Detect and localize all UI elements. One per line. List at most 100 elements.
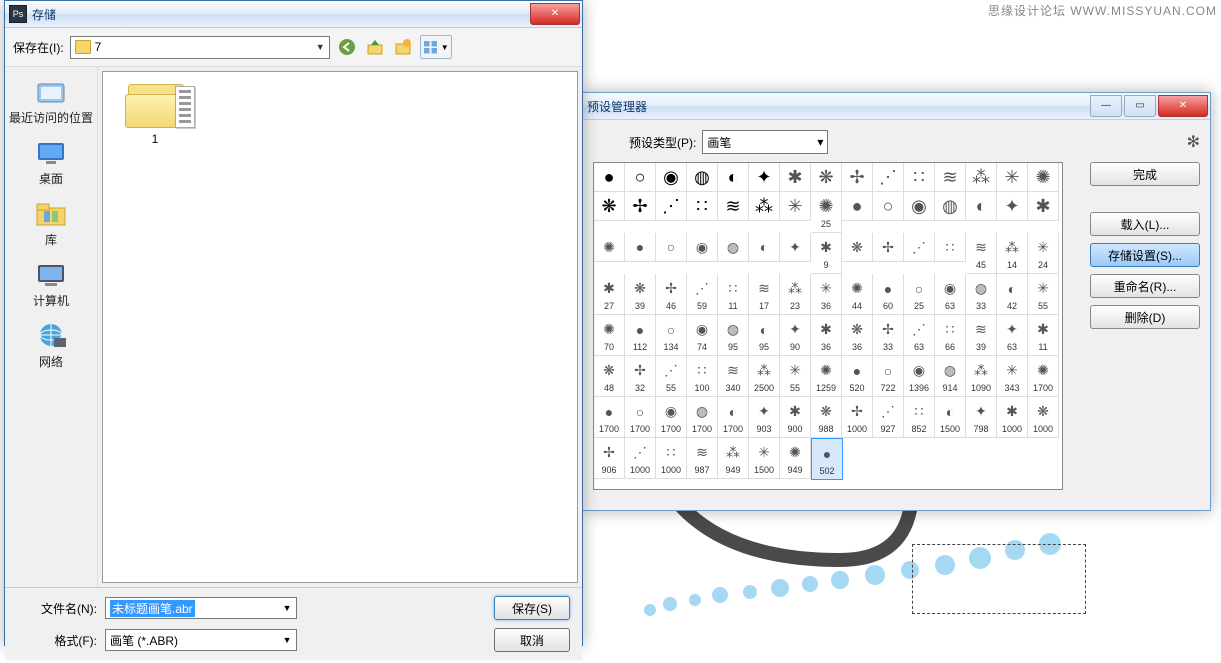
brush-preset[interactable]: ❋ xyxy=(594,192,625,221)
brush-preset[interactable]: ✢ xyxy=(873,233,904,262)
folder-item[interactable]: 1 xyxy=(115,80,195,146)
new-folder-button[interactable] xyxy=(392,36,414,58)
brush-preset[interactable]: ❋ xyxy=(842,233,873,262)
brush-preset[interactable]: ≋340 xyxy=(718,356,749,397)
done-button[interactable]: 完成 xyxy=(1090,162,1200,186)
brush-preset[interactable]: ✺ xyxy=(594,233,625,262)
brush-preset[interactable]: ≋45 xyxy=(966,233,997,274)
brush-preset[interactable]: ●502 xyxy=(811,438,843,480)
brush-preset[interactable]: ❋988 xyxy=(811,397,842,438)
brush-preset[interactable]: ✱11 xyxy=(1028,315,1059,356)
brush-preset[interactable]: ◉63 xyxy=(935,274,966,315)
brush-preset[interactable]: ✱900 xyxy=(780,397,811,438)
brush-preset[interactable]: ∷11 xyxy=(718,274,749,315)
close-button[interactable]: ✕ xyxy=(1158,95,1208,117)
brush-preset[interactable]: ✦ xyxy=(780,233,811,262)
close-button[interactable]: ✕ xyxy=(530,3,580,25)
brush-preset[interactable]: ✺1700 xyxy=(1028,356,1059,397)
brush-preset[interactable]: ◉1700 xyxy=(656,397,687,438)
brush-preset[interactable]: ≋ xyxy=(718,192,749,221)
brush-preset[interactable]: ◐95 xyxy=(749,315,780,356)
places-libraries[interactable]: 库 xyxy=(5,195,97,252)
brush-preset[interactable]: ◉74 xyxy=(687,315,718,356)
brush-preset[interactable]: ◍ xyxy=(718,233,749,262)
brush-preset[interactable]: ✺ xyxy=(1028,163,1059,192)
brush-preset[interactable]: ●60 xyxy=(873,274,904,315)
brush-preset[interactable]: ●112 xyxy=(625,315,656,356)
brush-preset[interactable]: ≋ xyxy=(935,163,966,192)
brush-preset[interactable]: ◐ xyxy=(966,192,997,221)
brush-preset[interactable]: ✺25 xyxy=(811,192,842,233)
places-desktop[interactable]: 桌面 xyxy=(5,134,97,191)
brush-preset[interactable]: ⋰55 xyxy=(656,356,687,397)
brush-preset[interactable]: ✢33 xyxy=(873,315,904,356)
brush-preset[interactable]: ○ xyxy=(873,192,904,221)
brush-preset[interactable]: ◐1500 xyxy=(935,397,966,438)
brush-preset[interactable]: ✺949 xyxy=(780,438,811,479)
brush-preset[interactable]: ○134 xyxy=(656,315,687,356)
places-computer[interactable]: 计算机 xyxy=(5,256,97,313)
brush-preset[interactable]: ○1700 xyxy=(625,397,656,438)
brush-preset[interactable]: ⋰ xyxy=(873,163,904,192)
brush-preset[interactable]: ❋1000 xyxy=(1028,397,1059,438)
brush-preset[interactable]: ✢906 xyxy=(594,438,625,479)
brush-preset[interactable]: ◉1396 xyxy=(904,356,935,397)
format-select[interactable]: 画笔 (*.ABR) ▼ xyxy=(105,629,297,651)
brush-preset[interactable]: ⋰59 xyxy=(687,274,718,315)
file-list-area[interactable]: 1 xyxy=(102,71,578,583)
brush-preset[interactable]: ✱1000 xyxy=(997,397,1028,438)
places-recent[interactable]: 最近访问的位置 xyxy=(5,73,97,130)
brush-preset[interactable]: ◍914 xyxy=(935,356,966,397)
brush-preset[interactable]: ⁂14 xyxy=(997,233,1028,274)
brush-preset[interactable]: ❋48 xyxy=(594,356,625,397)
brush-preset[interactable]: ● xyxy=(842,192,873,221)
brush-preset[interactable]: ✢ xyxy=(842,163,873,192)
brush-preset[interactable]: ✺44 xyxy=(842,274,873,315)
brush-preset[interactable]: ✱ xyxy=(1028,192,1059,221)
brush-preset[interactable]: ◉ xyxy=(656,163,687,192)
brush-preset[interactable]: ⋰63 xyxy=(904,315,935,356)
brush-preset[interactable]: ≋39 xyxy=(966,315,997,356)
brush-preset[interactable]: ∷1000 xyxy=(656,438,687,479)
brush-preset[interactable]: ✦ xyxy=(749,163,780,192)
delete-button[interactable]: 删除(D) xyxy=(1090,305,1200,329)
brush-preset[interactable]: ✢32 xyxy=(625,356,656,397)
brush-preset[interactable]: ✳55 xyxy=(1028,274,1059,315)
brush-preset[interactable]: ∷100 xyxy=(687,356,718,397)
brush-preset[interactable]: ❋39 xyxy=(625,274,656,315)
brush-preset[interactable]: ✦798 xyxy=(966,397,997,438)
brush-preset[interactable]: ✳24 xyxy=(1028,233,1059,274)
brush-preset[interactable]: ✳343 xyxy=(997,356,1028,397)
brush-preset[interactable]: ○ xyxy=(656,233,687,262)
brush-preset[interactable]: ◍1700 xyxy=(687,397,718,438)
brush-preset[interactable]: ○25 xyxy=(904,274,935,315)
brush-preset[interactable]: ⁂ xyxy=(966,163,997,192)
brush-preset[interactable]: ◐1700 xyxy=(718,397,749,438)
brush-preset[interactable]: ●520 xyxy=(842,356,873,397)
brush-grid[interactable]: ●○◉◍◐✦✱❋✢⋰∷≋⁂✳✺❋✢⋰∷≋⁂✳✺25●○◉◍◐✦✱✺●○◉◍◐✦✱… xyxy=(593,162,1063,490)
brush-preset[interactable]: ◉ xyxy=(904,192,935,221)
maximize-button[interactable]: ▭ xyxy=(1124,95,1156,117)
brush-preset[interactable]: ❋ xyxy=(811,163,842,192)
preset-type-select[interactable]: 画笔 ▾ xyxy=(702,130,828,154)
brush-preset[interactable]: ✢1000 xyxy=(842,397,873,438)
brush-preset[interactable]: ∷ xyxy=(935,233,966,262)
brush-preset[interactable]: ◐ xyxy=(718,163,749,192)
brush-preset[interactable]: ○722 xyxy=(873,356,904,397)
brush-preset[interactable]: ⁂ xyxy=(749,192,780,221)
brush-preset[interactable]: ✺1259 xyxy=(811,356,842,397)
back-button[interactable] xyxy=(336,36,358,58)
view-menu-button[interactable]: ▼ xyxy=(420,35,452,59)
brush-preset[interactable]: ⁂23 xyxy=(780,274,811,315)
brush-preset[interactable]: ✢ xyxy=(625,192,656,221)
brush-preset[interactable]: ✺70 xyxy=(594,315,625,356)
brush-preset[interactable]: ≋17 xyxy=(749,274,780,315)
brush-preset[interactable]: ✢46 xyxy=(656,274,687,315)
brush-preset[interactable]: ⋰1000 xyxy=(625,438,656,479)
filename-input[interactable]: 未标题画笔.abr ▼ xyxy=(105,597,297,619)
minimize-button[interactable]: — xyxy=(1090,95,1122,117)
save-set-button[interactable]: 存储设置(S)... xyxy=(1090,243,1200,267)
save-in-combo[interactable]: 7 ▼ xyxy=(70,36,330,59)
brush-preset[interactable]: ∷ xyxy=(687,192,718,221)
brush-preset[interactable]: ✱9 xyxy=(811,233,842,274)
